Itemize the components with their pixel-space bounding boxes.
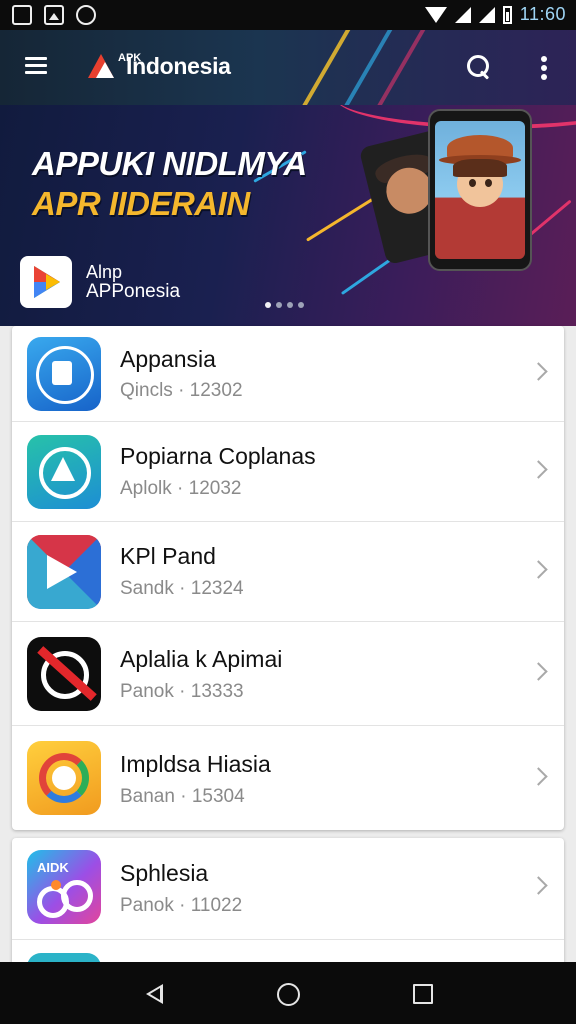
play-store-icon (20, 256, 72, 308)
app-bar: Indonesia APK (0, 30, 576, 105)
chevron-right-icon (529, 362, 548, 381)
chevron-right-icon (529, 560, 548, 579)
brand-small: APK (118, 52, 142, 64)
chevron-right-icon (529, 876, 548, 895)
image-icon (12, 5, 32, 25)
promo-banner[interactable]: APPUKI NIDLMYA APR IIDERAIN Alnp APPones… (0, 105, 576, 326)
brand-name: Indonesia (126, 52, 231, 79)
more-vertical-icon[interactable] (541, 56, 547, 80)
app-name: Aplalia k Apimai (120, 646, 283, 672)
app-icon (27, 637, 101, 711)
battery-icon (502, 5, 512, 24)
list-item[interactable]: AIDK Sphlesia Panok · 11022 (12, 838, 564, 940)
signal-icon (454, 6, 471, 23)
home-circle-icon[interactable] (277, 983, 300, 1006)
back-triangle-icon[interactable] (146, 984, 163, 1004)
list-item[interactable]: Aplalia k Apimai Panok · 13333 (12, 622, 564, 726)
app-icon: AIDK (27, 850, 101, 924)
clock: 11:60 (519, 4, 566, 24)
list-item[interactable]: Popiarna Coplanas Aplolk · 12032 (12, 422, 564, 522)
gallery-icon (44, 5, 64, 25)
app-subtitle: Qincls · 12302 (120, 380, 243, 401)
sync-icon (76, 5, 96, 25)
pager-dot[interactable] (265, 302, 271, 308)
app-name: KPl Pand (120, 543, 216, 569)
list-item[interactable]: Appansia Qincls · 12302 (12, 326, 564, 422)
chevron-right-icon (529, 767, 548, 786)
system-nav-bar (0, 962, 576, 1024)
app-name: Appansia (120, 346, 216, 372)
list-item[interactable]: Impldsa Hiasia Banan · 15304 (12, 726, 564, 830)
app-subtitle: Panok · 11022 (120, 895, 243, 916)
pager-dot[interactable] (298, 302, 304, 308)
app-icon-text: AIDK (37, 860, 69, 875)
app-subtitle: Banan · 15304 (120, 786, 245, 807)
chevron-right-icon (529, 662, 548, 681)
app-icon (27, 741, 101, 815)
decor-streak (292, 30, 352, 105)
app-icon (27, 337, 101, 411)
wifi-icon (424, 6, 447, 23)
banner-pager (265, 302, 304, 308)
pager-dot[interactable] (287, 302, 293, 308)
app-icon (27, 535, 101, 609)
pager-dot[interactable] (276, 302, 282, 308)
app-logo: Indonesia (88, 52, 231, 80)
phone-illustration (428, 109, 532, 271)
banner-app-label: Alnp (86, 262, 123, 282)
app-name: Popiarna Coplanas (120, 443, 316, 469)
status-bar: 11:60 (0, 0, 576, 30)
app-subtitle: Panok · 13333 (120, 681, 244, 702)
banner-app-title: APPonesia (86, 281, 181, 302)
chevron-right-icon (529, 460, 548, 479)
list-item[interactable]: KPl Pand Sandk · 12324 (12, 522, 564, 622)
app-subtitle: Aplolk · 12032 (120, 478, 242, 499)
app-name: Impldsa Hiasia (120, 751, 271, 777)
search-icon[interactable] (467, 55, 491, 80)
app-list-card: AIDK Sphlesia Panok · 11022 (12, 838, 564, 978)
hamburger-menu-icon[interactable] (25, 57, 47, 75)
app-list-card: Appansia Qincls · 12302 Popiarna Coplana… (12, 326, 564, 830)
app-name: Sphlesia (120, 860, 209, 886)
banner-headline: APPUKI NIDLMYA (32, 145, 307, 182)
app-subtitle: Sandk · 12324 (120, 578, 244, 599)
recents-square-icon[interactable] (413, 984, 433, 1004)
decor-streak (367, 30, 427, 105)
logo-mark-icon (88, 52, 122, 80)
app-icon (27, 435, 101, 509)
banner-subheadline: APR IIDERAIN (32, 185, 250, 222)
signal-icon (478, 6, 495, 23)
